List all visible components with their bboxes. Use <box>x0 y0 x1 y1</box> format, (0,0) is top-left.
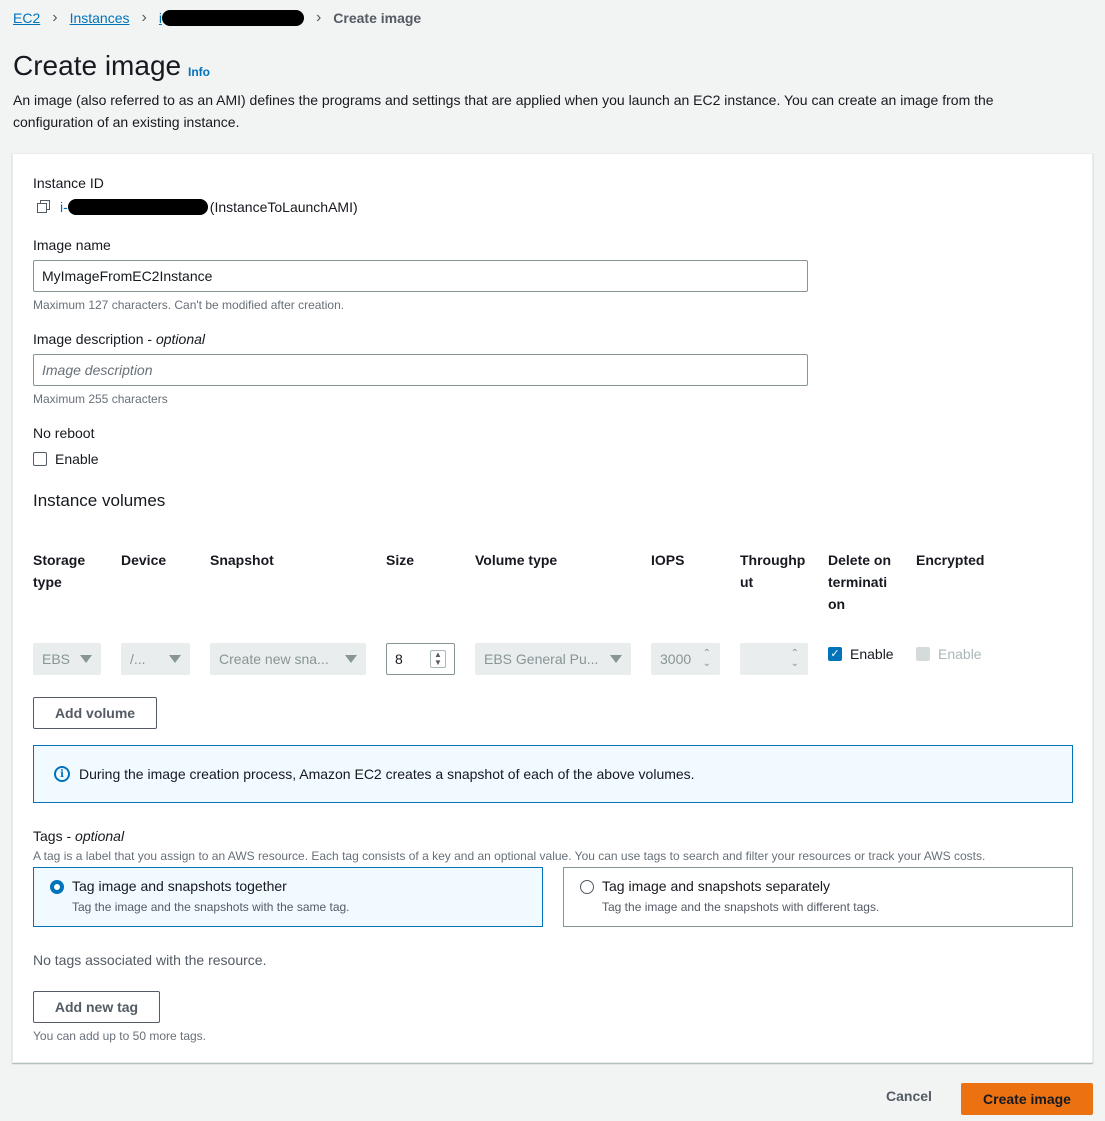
copy-icon[interactable] <box>37 200 51 214</box>
image-description-input[interactable]: Image description <box>33 354 808 386</box>
instance-id-link[interactable]: i- <box>60 199 68 215</box>
snapshot-info-alert: i During the image creation process, Ama… <box>33 745 1073 803</box>
column-iops: IOPS <box>651 552 685 568</box>
delete-on-termination-checkbox[interactable]: ✓ <box>828 647 842 661</box>
info-icon: i <box>54 766 70 782</box>
device-select[interactable]: /... <box>121 643 190 675</box>
breadcrumb-instances-link[interactable]: Instances <box>70 10 130 26</box>
column-volume-type: Volume type <box>475 552 558 568</box>
column-throughput: Throughp ut <box>740 552 806 590</box>
column-delete-on-termination: Delete on terminati on <box>828 552 892 612</box>
breadcrumb-ec2-link[interactable]: EC2 <box>13 10 40 26</box>
stepper-icon: ⌃ ⌄ <box>790 648 799 669</box>
chevron-right-icon: › <box>141 9 147 26</box>
caret-down-icon <box>345 655 357 663</box>
image-description-label: Image description - optional <box>33 331 206 347</box>
column-device: Device <box>121 552 167 568</box>
tag-together-title: Tag image and snapshots together <box>72 878 287 894</box>
encrypted-checkbox <box>916 647 930 661</box>
tag-together-option[interactable]: Tag image and snapshots together Tag the… <box>33 867 543 927</box>
add-volume-button[interactable]: Add volume <box>33 697 157 729</box>
delete-on-termination-label: Enable <box>850 646 894 662</box>
tags-description: A tag is a label that you assign to an A… <box>33 849 986 863</box>
redacted-block <box>161 10 304 26</box>
throughput-input[interactable]: ⌃ ⌄ <box>740 643 808 675</box>
image-name-input[interactable]: MyImageFromEC2Instance <box>33 260 808 292</box>
alert-text: During the image creation process, Amazo… <box>79 766 695 782</box>
breadcrumb-current: Create image <box>333 10 422 26</box>
page-title: Create image <box>13 50 182 81</box>
tag-separately-title: Tag image and snapshots separately <box>602 878 831 894</box>
no-tags-message: No tags associated with the resource. <box>33 952 267 968</box>
image-description-hint: Maximum 255 characters <box>33 392 168 406</box>
column-snapshot: Snapshot <box>210 552 274 568</box>
page-description: An image (also referred to as an AMI) de… <box>13 92 994 130</box>
radio-unselected[interactable] <box>580 880 594 894</box>
caret-down-icon <box>80 655 92 663</box>
redacted-block <box>67 199 208 215</box>
create-image-button[interactable]: Create image <box>961 1083 1093 1115</box>
column-storage-type: Storage type <box>33 552 86 590</box>
breadcrumb-instance-link[interactable]: i <box>159 10 304 26</box>
info-link[interactable]: Info <box>188 65 210 79</box>
image-name-label: Image name <box>33 237 111 253</box>
no-reboot-option-label: Enable <box>55 451 99 467</box>
breadcrumb: EC2 › Instances › i › Create image <box>13 8 421 28</box>
snapshot-select[interactable]: Create new sna... <box>210 643 366 675</box>
tag-separately-subtitle: Tag the image and the snapshots with dif… <box>602 900 880 914</box>
size-input[interactable]: 8 ▲ ▼ <box>386 643 455 675</box>
stepper-icon: ⌃ ⌄ <box>702 648 711 669</box>
cancel-button[interactable]: Cancel <box>886 1088 932 1104</box>
instance-volumes-heading: Instance volumes <box>33 491 166 510</box>
storage-type-select[interactable]: EBS <box>33 643 101 675</box>
tag-separately-option[interactable]: Tag image and snapshots separately Tag t… <box>563 867 1073 927</box>
column-size: Size <box>386 552 415 568</box>
tags-label: Tags - optional <box>33 828 125 844</box>
column-encrypted: Encrypted <box>916 552 985 568</box>
caret-down-icon <box>610 655 622 663</box>
caret-down-icon <box>169 655 181 663</box>
iops-input[interactable]: 3000 ⌃ ⌄ <box>651 643 720 675</box>
image-name-hint: Maximum 127 characters. Can't be modifie… <box>33 298 345 312</box>
instance-id-label: Instance ID <box>33 175 104 191</box>
radio-selected[interactable] <box>50 880 64 894</box>
stepper-icon[interactable]: ▲ ▼ <box>430 650 446 668</box>
volume-type-select[interactable]: EBS General Pu... <box>475 643 631 675</box>
instance-id-value: i- (InstanceToLaunchAMI) <box>37 199 358 215</box>
add-new-tag-button[interactable]: Add new tag <box>33 991 160 1023</box>
encrypted-label: Enable <box>938 646 982 662</box>
no-reboot-label: No reboot <box>33 425 95 441</box>
chevron-right-icon: › <box>315 9 322 26</box>
chevron-right-icon: › <box>52 9 58 26</box>
no-reboot-checkbox[interactable] <box>33 452 47 466</box>
tags-limit-hint: You can add up to 50 more tags. <box>33 1029 207 1043</box>
tag-together-subtitle: Tag the image and the snapshots with the… <box>72 900 350 914</box>
instance-name: (InstanceToLaunchAMI) <box>209 199 358 215</box>
